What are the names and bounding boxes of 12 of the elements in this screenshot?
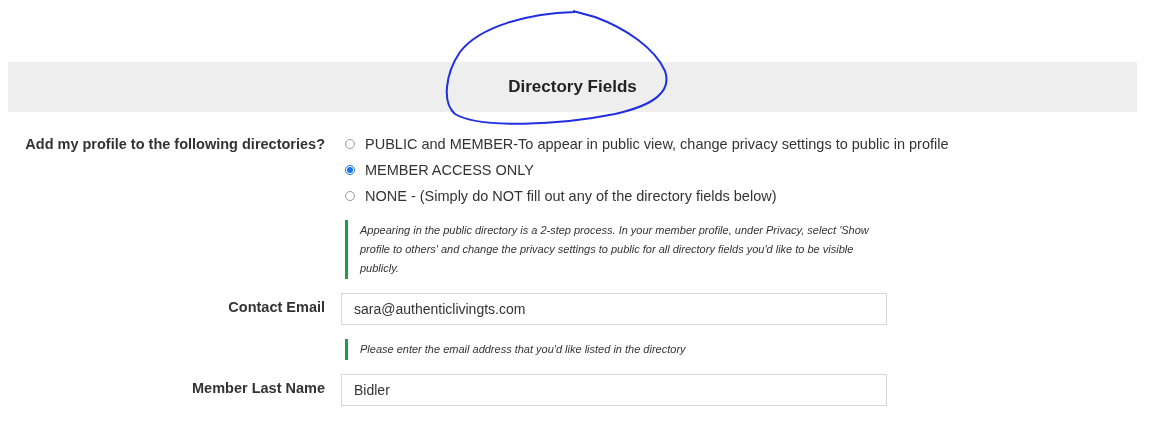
radio-button[interactable]	[345, 165, 355, 175]
field-label: Add my profile to the following directories?	[24, 136, 325, 154]
field-label: Member Last Name	[191, 379, 325, 398]
radio-option[interactable]: MEMBER ACCESS ONLY	[345, 162, 1161, 178]
field-label: Contact Email	[227, 298, 325, 317]
text-field[interactable]: Bidler	[341, 374, 887, 406]
section-title: Directory Fields	[508, 77, 637, 97]
text-field[interactable]: sara@authenticlivingts.com	[341, 293, 887, 325]
help-note: Please enter the email address that you'd like listed in the directory	[345, 339, 885, 360]
radio-option[interactable]: NONE - (Simply do NOT fill out any of the directory fields below)	[345, 188, 1161, 204]
help-note: Appearing in the public directory is a 2-step process. In your member profile, under Privacy, select 'Show profile to others' and change the privacy settings to public for all directory fields you'd like to be visible publicly.	[345, 220, 885, 279]
radio-option[interactable]: PUBLIC and MEMBER-To appear in public view, change privacy settings to public in profile	[345, 136, 1161, 152]
